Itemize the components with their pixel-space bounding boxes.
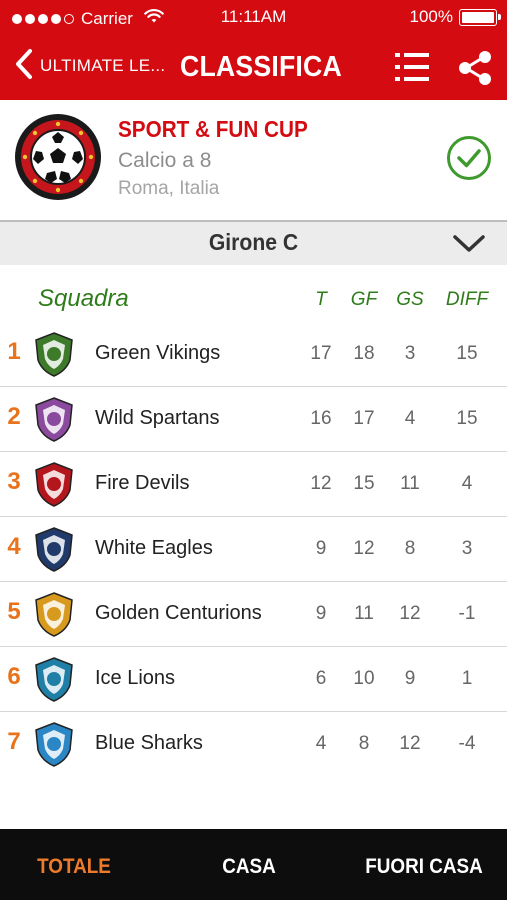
list-button[interactable] [393,50,431,84]
cell-gs: 3 [404,343,416,364]
lion-crest [30,655,78,703]
team-name: Green Vikings [95,342,221,364]
rank-number: 2 [7,403,21,430]
cell-diff: 3 [461,538,473,559]
column-header-gs: GS [396,289,424,310]
chevron-left-icon [14,48,34,85]
column-header-team: Squadra [38,285,129,312]
group-label: Girone C [208,229,299,255]
cell-diff: 15 [456,343,478,364]
cell-gs: 4 [404,408,416,429]
tournament-location: Roma, Italia [118,178,220,199]
tournament-name: SPORT & FUN CUP [118,116,308,142]
table-row[interactable]: 6 Ice Lions 6 10 9 1 [0,647,507,712]
rank-number: 4 [7,533,21,560]
viking-crest [30,330,78,378]
table-row[interactable]: 4 White Eagles 9 12 8 3 [0,517,507,582]
cell-diff: -1 [458,603,476,624]
app-header: Carrier 11:11AM 100% ULTIMATE LE... CLAS… [0,0,507,100]
eagle-crest [30,525,78,573]
table-row[interactable]: 2 Wild Spartans 16 17 4 15 [0,387,507,452]
battery-percent: 100% [409,7,453,26]
cell-diff: 15 [456,408,478,429]
centurion-crest [30,590,78,638]
tab-totale[interactable]: TOTALE [24,855,125,879]
team-name: White Eagles [95,537,213,559]
devil-crest [30,460,78,508]
cell-gs: 12 [399,733,421,754]
battery-icon [459,9,501,26]
checkmark-circle-icon[interactable] [446,135,492,181]
bottom-tab-bar: TOTALE CASA FUORI CASA [0,829,507,900]
column-header-diff: DIFF [445,289,489,310]
table-header: Squadra T GF GS DIFF [0,280,507,320]
team-name: Fire Devils [95,472,190,494]
team-name: Golden Centurions [95,602,262,624]
shark-crest [30,720,78,768]
table-row[interactable]: 3 Fire Devils 12 15 11 4 [0,452,507,517]
rank-number: 7 [7,728,21,755]
share-icon [457,51,493,90]
rank-number: 1 [7,338,21,365]
tournament-sport: Calcio a 8 [118,149,212,172]
share-button[interactable] [457,50,493,86]
back-button-label: ULTIMATE LE... [40,56,166,75]
team-name: Wild Spartans [95,407,220,429]
cell-diff: -4 [458,733,476,754]
team-name: Ice Lions [95,667,176,689]
rank-number: 3 [7,468,21,495]
cell-gs: 12 [399,603,421,624]
back-button[interactable]: ULTIMATE LE... [14,48,165,84]
table-row[interactable]: 5 Golden Centurions 9 11 12 -1 [0,582,507,647]
rank-number: 6 [7,663,21,690]
status-bar: Carrier 11:11AM 100% [0,0,507,34]
navigation-bar: ULTIMATE LE... CLASSIFICA [0,38,507,96]
cell-gs: 8 [404,538,416,559]
table-row[interactable]: 1 Green Vikings 17 18 3 15 [0,322,507,387]
group-selector[interactable]: Girone C [0,220,507,265]
team-name: Blue Sharks [95,732,203,754]
list-icon [393,53,431,88]
cell-diff: 4 [461,473,473,494]
cell-diff: 1 [461,668,473,689]
tournament-card[interactable]: SPORT & FUN CUP Calcio a 8 Roma, Italia [0,100,507,220]
spartan-crest [30,395,78,443]
cell-gs: 9 [404,668,416,689]
table-row[interactable]: 7 Blue Sharks 4 8 12 -4 [0,712,507,777]
tab-casa[interactable]: CASA [201,855,296,879]
page-title: CLASSIFICA [180,51,342,83]
soccer-ball-logo [14,113,102,201]
tab-fuori-casa[interactable]: FUORI CASA [359,855,489,879]
cell-gs: 11 [400,473,420,494]
rank-number: 5 [7,598,21,625]
chevron-down-icon [452,232,486,256]
